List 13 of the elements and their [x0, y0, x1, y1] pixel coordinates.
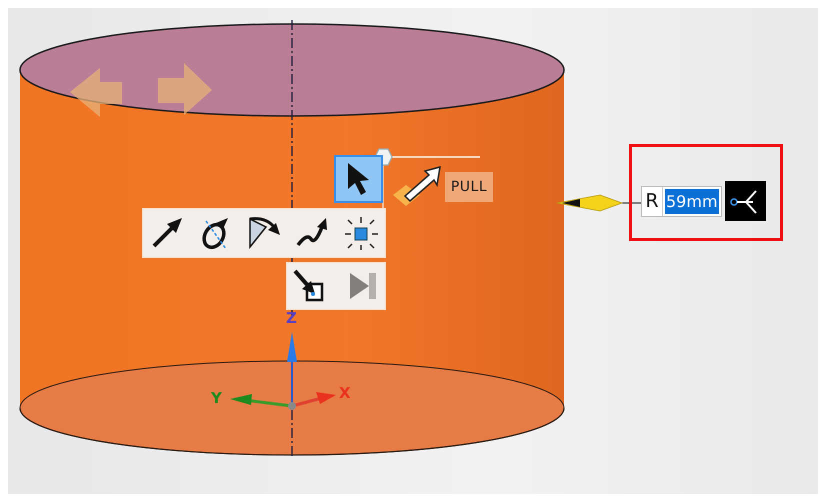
axis-label: X — [339, 384, 351, 402]
fork-button[interactable] — [724, 181, 766, 221]
axis-label: Y — [211, 389, 222, 407]
right-arrow-icon — [158, 63, 212, 115]
tool-label: PULL — [445, 172, 493, 202]
left-arrow-icon — [70, 68, 122, 117]
select-tool-button[interactable] — [334, 155, 383, 203]
dimension-value[interactable]: 59mm — [665, 188, 719, 214]
pull-arrow-icon — [393, 166, 441, 206]
dimension-label: R — [642, 186, 663, 216]
cube-icon — [343, 215, 379, 251]
axis-label: Z — [286, 309, 297, 327]
dimension-field[interactable]: R 59mm — [641, 186, 722, 216]
